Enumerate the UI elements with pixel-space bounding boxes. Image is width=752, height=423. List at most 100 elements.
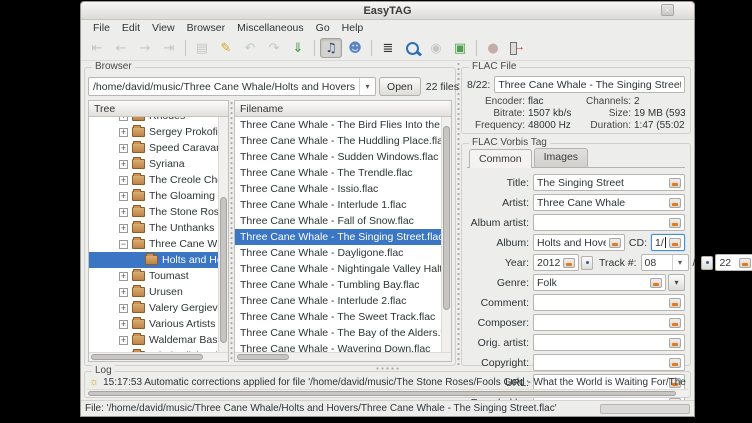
track-dropdown-icon[interactable]: ▾ xyxy=(672,255,688,270)
tree-item[interactable]: + The Gloaming xyxy=(89,188,219,204)
path-dropdown-icon[interactable]: ▾ xyxy=(359,78,375,95)
tab-images[interactable]: Images xyxy=(534,148,588,167)
menu-item[interactable]: Edit xyxy=(116,21,146,35)
apply-album-to-all-icon[interactable] xyxy=(609,238,621,248)
find-files-button[interactable] xyxy=(401,38,423,58)
tree-item[interactable]: + Rhodes xyxy=(89,117,219,124)
tree-expander-icon[interactable]: + xyxy=(119,304,128,313)
Three Cane Whale - The Bay of the Alders.flac[interactable]: Three Cane Whale - The Bay of the Alders… xyxy=(235,325,442,341)
Three Cane Whale - Tumbling Bay.flac[interactable]: Three Cane Whale - Tumbling Bay.flac xyxy=(235,277,442,293)
go-previous-button[interactable]: ← xyxy=(110,38,132,58)
tree-item[interactable]: + Syriana xyxy=(89,156,219,172)
tree-expander-icon[interactable]: − xyxy=(119,240,128,249)
composer-field[interactable] xyxy=(533,314,685,331)
tree-expander-icon[interactable]: + xyxy=(119,320,128,329)
Three Cane Whale - The Sweet Track.flac[interactable]: Three Cane Whale - The Sweet Track.flac xyxy=(235,309,442,325)
tree-expander-icon[interactable]: + xyxy=(119,272,128,281)
apply-album-artist-to-all-icon[interactable] xyxy=(669,218,681,228)
directory-view-toggle[interactable]: ♫ xyxy=(320,38,342,58)
titlebar[interactable]: EasyTAG ✕ xyxy=(81,2,694,20)
genre-dropdown-button[interactable]: ▾ xyxy=(668,274,685,291)
year-field[interactable]: 2012 xyxy=(533,254,579,271)
Three Cane Whale - Wavering Down.flac[interactable]: Three Cane Whale - Wavering Down.flac xyxy=(235,341,442,352)
tree-item[interactable]: + The Creole Choir of Cuba xyxy=(89,172,219,188)
album-field[interactable]: Holts and Hovers xyxy=(533,234,625,251)
tree-item[interactable]: − Three Cane Whale xyxy=(89,236,219,252)
cddb-search-button[interactable]: ▣ xyxy=(449,38,471,58)
quit-button[interactable] xyxy=(506,38,528,58)
tree-item[interactable]: + Waldemar Bastos xyxy=(89,332,219,348)
redo-button[interactable]: ↷ xyxy=(263,38,285,58)
apply-artist-to-all-icon[interactable] xyxy=(669,198,681,208)
apply-year-to-all-icon[interactable] xyxy=(563,258,575,268)
apply-genre-to-all-icon[interactable] xyxy=(650,278,662,288)
Three Cane Whale - The Bird Flies Into the Forest to Rest.flac[interactable]: Three Cane Whale - The Bird Flies Into t… xyxy=(235,117,442,133)
path-input[interactable]: /home/david/music/Three Cane Whale/Holts… xyxy=(89,78,359,95)
track-number-combo[interactable]: 08 ▾ xyxy=(641,254,689,271)
tree-column-header[interactable]: Tree xyxy=(89,101,228,117)
tree-item[interactable]: + The Unthanks xyxy=(89,220,219,236)
tree-item[interactable]: + Toumast xyxy=(89,268,219,284)
title-field[interactable]: The Singing Street xyxy=(533,174,685,191)
apply-composer-to-all-icon[interactable] xyxy=(669,318,681,328)
tree-item[interactable]: + Urusen xyxy=(89,284,219,300)
apply-track-total-to-all-icon[interactable] xyxy=(739,258,751,268)
tree-item[interactable]: + Speed Caravan xyxy=(89,140,219,156)
cd-field[interactable]: 1/1 xyxy=(651,234,685,251)
tree-horizontal-scrollbar[interactable] xyxy=(89,352,228,361)
tree-item[interactable]: + Sergey Prokofiev xyxy=(89,124,219,140)
artist-field[interactable]: Three Cane Whale xyxy=(533,194,685,211)
apply-copyright-to-all-icon[interactable] xyxy=(669,358,681,368)
Three Cane Whale - Dayligone.flac[interactable]: Three Cane Whale - Dayligone.flac xyxy=(235,245,442,261)
album-artist-field[interactable] xyxy=(533,214,685,231)
track-total-field[interactable]: 22 xyxy=(715,254,752,271)
save-files-button[interactable]: ⇓ xyxy=(287,38,309,58)
orig-artist-field[interactable] xyxy=(533,334,685,351)
menu-item[interactable]: Browser xyxy=(181,21,232,35)
Three Cane Whale - The Huddling Place.flac[interactable]: Three Cane Whale - The Huddling Place.fl… xyxy=(235,133,442,149)
Three Cane Whale - Interlude 1.flac[interactable]: Three Cane Whale - Interlude 1.flac xyxy=(235,197,442,213)
scan-files-button[interactable]: ✎ xyxy=(215,38,237,58)
log-horizontal-scrollbar[interactable] xyxy=(87,389,688,397)
undo-button[interactable]: ↶ xyxy=(239,38,261,58)
tree-item[interactable]: + Various Artists xyxy=(89,316,219,332)
menu-item[interactable]: Go xyxy=(310,21,336,35)
tree-expander-icon[interactable]: + xyxy=(119,192,128,201)
menu-item[interactable]: File xyxy=(87,21,116,35)
menu-item[interactable]: Miscellaneous xyxy=(231,21,310,35)
tree-vertical-scrollbar[interactable] xyxy=(218,117,228,352)
invert-file-selection-button[interactable]: ≣ xyxy=(377,38,399,58)
tree-item[interactable]: Holts and Hovers xyxy=(89,252,219,268)
tree-expander-icon[interactable]: + xyxy=(119,144,128,153)
tree-expander-icon[interactable]: + xyxy=(119,160,128,169)
stop-button[interactable]: ● xyxy=(482,38,504,58)
open-button[interactable]: Open xyxy=(379,77,421,96)
Three Cane Whale - The Trendle.flac[interactable]: Three Cane Whale - The Trendle.flac xyxy=(235,165,442,181)
tree-expander-icon[interactable]: + xyxy=(119,208,128,217)
files-vertical-scrollbar[interactable] xyxy=(441,117,451,352)
log-entry[interactable]: ☼ 15:17:53 Automatic corrections applied… xyxy=(87,375,688,389)
tree-expander-icon[interactable]: + xyxy=(119,117,128,121)
close-icon[interactable]: ✕ xyxy=(661,4,674,16)
tree-item[interactable]: + Valery Gergiev London Symp xyxy=(89,300,219,316)
apply-comment-to-all-icon[interactable] xyxy=(669,298,681,308)
apply-orig-artist-to-all-icon[interactable] xyxy=(669,338,681,348)
path-combobox[interactable]: /home/david/music/Three Cane Whale/Holts… xyxy=(88,77,376,96)
Three Cane Whale - Issio.flac[interactable]: Three Cane Whale - Issio.flac xyxy=(235,181,442,197)
tree-expander-icon[interactable]: + xyxy=(119,176,128,185)
Three Cane Whale - Fall of Snow.flac[interactable]: Three Cane Whale - Fall of Snow.flac xyxy=(235,213,442,229)
Three Cane Whale - Interlude 2.flac[interactable]: Three Cane Whale - Interlude 2.flac xyxy=(235,293,442,309)
apply-title-to-all-icon[interactable] xyxy=(669,178,681,188)
menu-item[interactable]: View xyxy=(146,21,181,35)
tree-expander-icon[interactable]: + xyxy=(119,288,128,297)
filename-field[interactable]: Three Cane Whale - The Singing Street xyxy=(494,76,685,93)
menu-item[interactable]: Help xyxy=(336,21,370,35)
tab-common[interactable]: Common xyxy=(469,149,532,168)
count-tracks-button[interactable] xyxy=(701,256,713,270)
tree-expander-icon[interactable]: + xyxy=(119,128,128,137)
genre-field[interactable]: Folk xyxy=(533,274,666,291)
go-first-button[interactable]: ⇤ xyxy=(86,38,108,58)
go-next-button[interactable]: → xyxy=(134,38,156,58)
tree-item[interactable]: + The Stone Roses xyxy=(89,204,219,220)
Three Cane Whale - Nightingale Valley Halt.flac[interactable]: Three Cane Whale - Nightingale Valley Ha… xyxy=(235,261,442,277)
